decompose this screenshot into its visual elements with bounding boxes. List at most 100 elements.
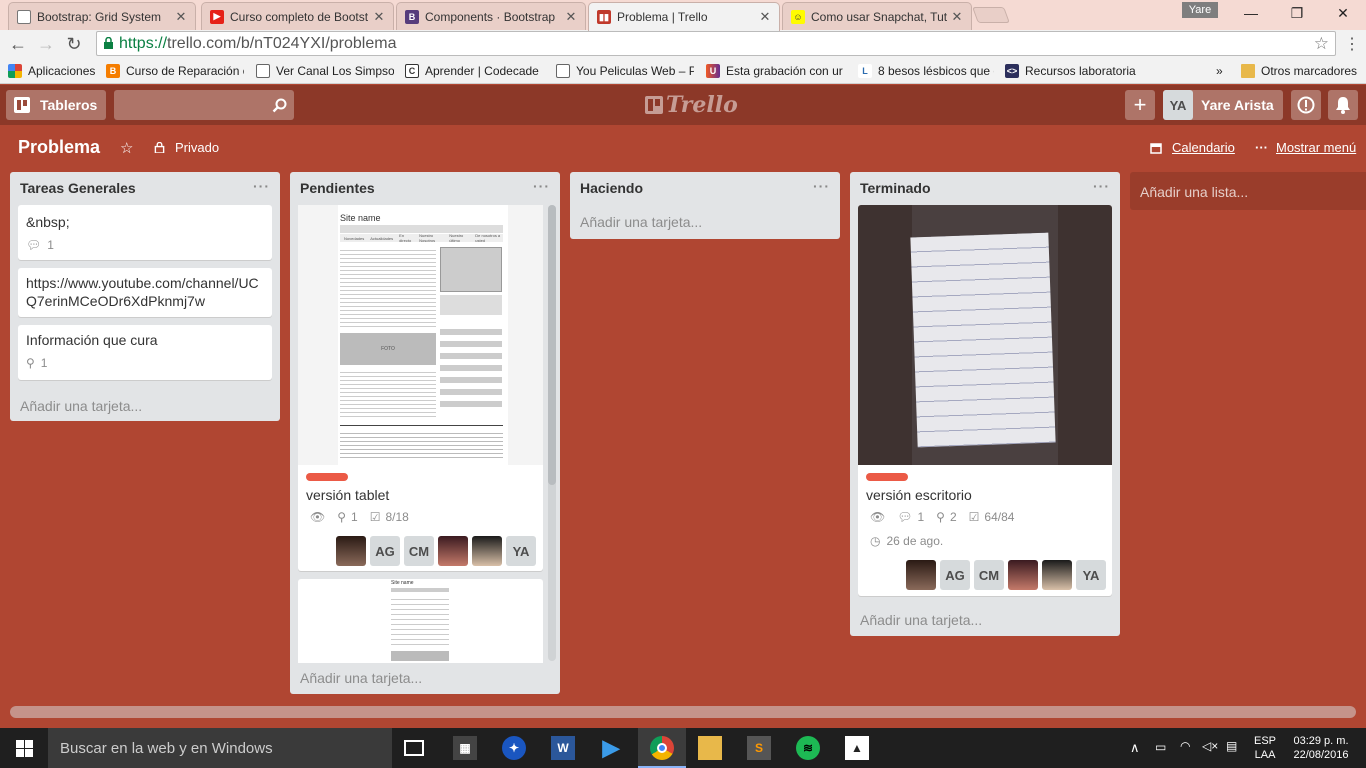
- bookmark-item[interactable]: Ver Canal Los Simpso: [256, 63, 394, 79]
- sublime-text-icon[interactable]: S: [747, 736, 771, 760]
- board-scrollbar[interactable]: [10, 706, 1356, 718]
- bookmark-item[interactable]: C Aprender | Codecade: [405, 63, 545, 79]
- other-bookmarks[interactable]: Otros marcadores: [1241, 63, 1366, 79]
- new-tab-button[interactable]: [972, 7, 1010, 23]
- avatar[interactable]: AG: [370, 536, 400, 566]
- battery-icon[interactable]: ▭: [1155, 740, 1166, 754]
- scrollbar-thumb[interactable]: [548, 205, 556, 485]
- add-card-link[interactable]: Añadir una tarjeta...: [300, 670, 422, 686]
- volume-mute-icon[interactable]: ◁×: [1202, 739, 1218, 753]
- list-scrollbar[interactable]: [548, 205, 556, 661]
- clock[interactable]: 03:29 p. m. 22/08/2016: [1289, 734, 1353, 762]
- notifications-button[interactable]: [1328, 90, 1358, 120]
- spotify-icon[interactable]: ≋: [796, 736, 820, 760]
- board-title[interactable]: Problema: [18, 137, 100, 158]
- chrome-menu-icon[interactable]: ⋮: [1340, 32, 1364, 56]
- trello-logo[interactable]: Trello: [645, 92, 738, 118]
- search-input[interactable]: [114, 90, 294, 120]
- avatar[interactable]: [1042, 560, 1072, 590]
- bookmark-item[interactable]: Aplicaciones: [8, 63, 98, 79]
- input-language[interactable]: ESP LAA: [1254, 734, 1276, 762]
- code-icon: <>: [1005, 64, 1019, 78]
- show-menu-button[interactable]: ··· Mostrar menú: [1255, 140, 1356, 155]
- close-icon[interactable]: ✕: [951, 9, 963, 25]
- compass-app-icon[interactable]: ✦: [502, 736, 526, 760]
- avatar[interactable]: YA: [506, 536, 536, 566]
- bookmark-item[interactable]: <> Recursos laboratoria: [1005, 63, 1145, 79]
- bookmark-star-icon[interactable]: ☆: [1314, 34, 1329, 54]
- bookmark-item[interactable]: L8 besos lésbicos que c: [858, 63, 994, 79]
- card[interactable]: &nbsp; 💬︎ 1: [18, 205, 272, 260]
- member-menu-button[interactable]: YA Yare Arista: [1163, 90, 1283, 120]
- tray-chevron-icon[interactable]: ∧: [1130, 740, 1140, 756]
- list-menu-icon[interactable]: ···: [533, 178, 550, 194]
- close-icon[interactable]: ✕: [759, 9, 771, 25]
- bookmark-item[interactable]: U Esta grabación con ur: [706, 63, 846, 79]
- avatar[interactable]: [1008, 560, 1038, 590]
- minimize-icon[interactable]: —: [1228, 0, 1274, 26]
- browser-tab[interactable]: Bootstrap: Grid System ✕: [8, 2, 196, 30]
- maximize-icon[interactable]: ❐: [1274, 0, 1320, 26]
- avatar[interactable]: YA: [1076, 560, 1106, 590]
- avatar[interactable]: CM: [974, 560, 1004, 590]
- add-button[interactable]: +: [1125, 90, 1155, 120]
- list-title[interactable]: Terminado: [860, 180, 931, 196]
- calendar-link[interactable]: Calendario: [1150, 140, 1235, 155]
- bookmarks-overflow-button[interactable]: »: [1216, 63, 1230, 79]
- browser-tab[interactable]: B Components · Bootstrap ✕: [396, 2, 586, 30]
- list-title[interactable]: Haciendo: [580, 180, 643, 196]
- browser-tab[interactable]: ▶ Curso completo de Bootst ✕: [201, 2, 394, 30]
- avatar[interactable]: [906, 560, 936, 590]
- avatar[interactable]: AG: [940, 560, 970, 590]
- avatar[interactable]: [438, 536, 468, 566]
- forward-arrow-icon[interactable]: →: [34, 32, 58, 56]
- scrollbar-thumb[interactable]: [10, 706, 1356, 718]
- list-menu-icon[interactable]: ···: [253, 178, 270, 194]
- star-icon[interactable]: ☆: [120, 139, 133, 157]
- media-player-icon[interactable]: ▶: [599, 735, 623, 760]
- store-icon[interactable]: ▦: [453, 736, 477, 760]
- task-view-icon[interactable]: [404, 740, 424, 756]
- card[interactable]: Site name Novedades Actualidades En direct…: [298, 205, 543, 571]
- avatar[interactable]: [472, 536, 502, 566]
- add-card-link[interactable]: Añadir una tarjeta...: [20, 398, 142, 414]
- close-window-icon[interactable]: ✕: [1320, 0, 1366, 26]
- avatar[interactable]: [336, 536, 366, 566]
- avatar[interactable]: CM: [404, 536, 434, 566]
- list-menu-icon[interactable]: ···: [813, 178, 830, 194]
- card[interactable]: versión escritorio 👁︎ 💬︎ 1 ⚲ 2 ☑ 64/84 ◷ 26 …: [858, 205, 1112, 596]
- taskbar-search-input[interactable]: Buscar en la web y en Windows: [48, 728, 392, 768]
- word-icon[interactable]: W: [551, 736, 575, 760]
- close-icon[interactable]: ✕: [373, 9, 385, 25]
- photos-icon[interactable]: ▲: [845, 736, 869, 760]
- list-title[interactable]: Tareas Generales: [20, 180, 136, 196]
- close-icon[interactable]: ✕: [175, 9, 187, 25]
- list-title[interactable]: Pendientes: [300, 180, 375, 196]
- windows-start-icon[interactable]: [16, 740, 33, 757]
- add-card-link[interactable]: Añadir una tarjeta...: [580, 214, 702, 230]
- browser-tab[interactable]: ☺ Como usar Snapchat, Tuto ✕: [782, 2, 972, 30]
- visibility-button[interactable]: Privado: [154, 140, 219, 155]
- close-icon[interactable]: ✕: [565, 9, 577, 25]
- profile-badge[interactable]: Yare: [1182, 2, 1218, 18]
- search-icon: [272, 98, 287, 113]
- back-arrow-icon[interactable]: ←: [6, 32, 30, 56]
- card[interactable]: https://www.youtube.com/channel/UCQ7erin…: [18, 268, 272, 317]
- reload-icon[interactable]: ↻: [62, 32, 86, 56]
- browser-tab-active[interactable]: ▮▮ Problema | Trello ✕: [588, 2, 780, 31]
- info-button[interactable]: [1291, 90, 1321, 120]
- list-menu-icon[interactable]: ···: [1093, 178, 1110, 194]
- wifi-icon[interactable]: ◠: [1180, 739, 1190, 753]
- add-card-link[interactable]: Añadir una tarjeta...: [860, 612, 982, 628]
- due-date-badge: ◷ 26 de ago.: [870, 534, 944, 548]
- taskbar-chrome-active[interactable]: [638, 728, 686, 768]
- file-explorer-icon[interactable]: [698, 736, 722, 760]
- notification-center-icon[interactable]: ▤: [1226, 739, 1237, 753]
- boards-button[interactable]: Tableros: [6, 90, 106, 120]
- card[interactable]: Información que cura ⚲ 1: [18, 325, 272, 380]
- add-list-button[interactable]: Añadir una lista...: [1130, 172, 1366, 210]
- address-bar[interactable]: https://trello.com/b/nT024YXI/problema ☆: [96, 31, 1336, 56]
- bookmark-item[interactable]: B Curso de Reparación c: [106, 63, 244, 79]
- card[interactable]: Site name: [298, 579, 543, 663]
- bookmark-item[interactable]: You Peliculas Web – P: [556, 63, 694, 79]
